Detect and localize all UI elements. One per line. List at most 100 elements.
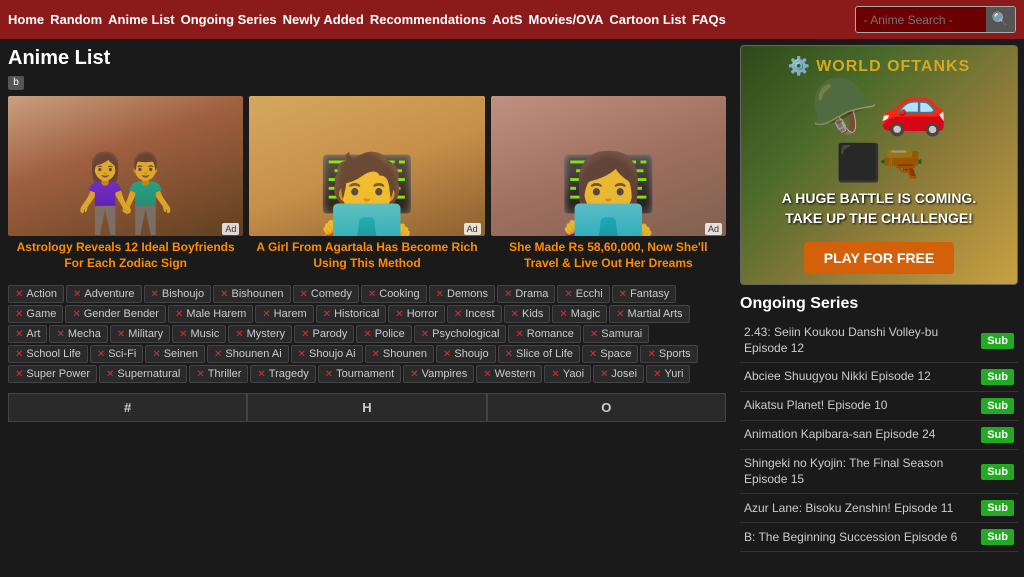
tag-item[interactable]: ✕Thriller: [189, 365, 248, 383]
tag-item[interactable]: ✕Bishoujo: [144, 285, 212, 303]
tag-remove-icon[interactable]: ✕: [600, 369, 608, 380]
ad-card-1[interactable]: 👫 Ad Astrology Reveals 12 Ideal Boyfrien…: [8, 96, 243, 275]
tag-remove-icon[interactable]: ✕: [363, 329, 371, 340]
tag-remove-icon[interactable]: ✕: [454, 309, 462, 320]
tag-remove-icon[interactable]: ✕: [152, 349, 160, 360]
tag-item[interactable]: ✕Music: [172, 325, 226, 343]
tag-remove-icon[interactable]: ✕: [15, 309, 23, 320]
tag-item[interactable]: ✕Shoujo Ai: [291, 345, 363, 363]
tag-remove-icon[interactable]: ✕: [436, 289, 444, 300]
nav-anime-list[interactable]: Anime List: [108, 12, 174, 27]
tag-remove-icon[interactable]: ✕: [97, 349, 105, 360]
tag-item[interactable]: ✕Vampires: [403, 365, 474, 383]
tag-remove-icon[interactable]: ✕: [15, 349, 23, 360]
tag-remove-icon[interactable]: ✕: [590, 329, 598, 340]
tag-item[interactable]: ✕Slice of Life: [498, 345, 580, 363]
tag-remove-icon[interactable]: ✕: [196, 369, 204, 380]
tag-item[interactable]: ✕Super Power: [8, 365, 97, 383]
nav-cartoon-list[interactable]: Cartoon List: [609, 12, 686, 27]
tag-remove-icon[interactable]: ✕: [325, 369, 333, 380]
series-item[interactable]: Azur Lane: Bisoku Zenshin! Episode 11Sub: [740, 494, 1018, 523]
tag-remove-icon[interactable]: ✕: [179, 329, 187, 340]
search-button[interactable]: 🔍: [986, 7, 1015, 32]
tag-item[interactable]: ✕Tragedy: [250, 365, 315, 383]
nav-aots[interactable]: AotS: [492, 12, 522, 27]
tag-item[interactable]: ✕Mecha: [49, 325, 107, 343]
tag-item[interactable]: ✕Incest: [447, 305, 502, 323]
tag-remove-icon[interactable]: ✕: [323, 309, 331, 320]
tag-remove-icon[interactable]: ✕: [15, 289, 23, 300]
nav-random[interactable]: Random: [50, 12, 102, 27]
tag-remove-icon[interactable]: ✕: [257, 369, 265, 380]
tag-item[interactable]: ✕Bishounen: [213, 285, 290, 303]
series-item[interactable]: Aikatsu Planet! Episode 10Sub: [740, 392, 1018, 421]
tag-item[interactable]: ✕Supernatural: [99, 365, 187, 383]
tag-remove-icon[interactable]: ✕: [56, 329, 64, 340]
tag-remove-icon[interactable]: ✕: [117, 329, 125, 340]
tag-item[interactable]: ✕Horror: [388, 305, 445, 323]
tag-remove-icon[interactable]: ✕: [220, 289, 228, 300]
tag-remove-icon[interactable]: ✕: [505, 349, 513, 360]
tag-item[interactable]: ✕Shounen: [365, 345, 434, 363]
tag-item[interactable]: ✕Samurai: [583, 325, 649, 343]
tag-remove-icon[interactable]: ✕: [214, 349, 222, 360]
tag-remove-icon[interactable]: ✕: [410, 369, 418, 380]
tag-item[interactable]: ✕Kids: [504, 305, 551, 323]
tag-item[interactable]: ✕Art: [8, 325, 47, 343]
tag-remove-icon[interactable]: ✕: [589, 349, 597, 360]
alpha-tab-o[interactable]: O: [487, 393, 726, 422]
series-item[interactable]: Shingeki no Kyojin: The Final Season Epi…: [740, 450, 1018, 494]
tag-remove-icon[interactable]: ✕: [515, 329, 523, 340]
tag-remove-icon[interactable]: ✕: [653, 369, 661, 380]
tag-item[interactable]: ✕School Life: [8, 345, 88, 363]
nav-ongoing-series[interactable]: Ongoing Series: [181, 12, 277, 27]
tag-item[interactable]: ✕Yuri: [646, 365, 690, 383]
tag-remove-icon[interactable]: ✕: [72, 309, 80, 320]
tag-item[interactable]: ✕Psychological: [414, 325, 507, 343]
tag-item[interactable]: ✕Fantasy: [612, 285, 677, 303]
tag-item[interactable]: ✕Martial Arts: [609, 305, 689, 323]
nav-faqs[interactable]: FAQs: [692, 12, 726, 27]
tag-remove-icon[interactable]: ✕: [298, 349, 306, 360]
tag-remove-icon[interactable]: ✕: [551, 369, 559, 380]
tag-item[interactable]: ✕Shounen Ai: [207, 345, 289, 363]
tag-remove-icon[interactable]: ✕: [151, 289, 159, 300]
tag-remove-icon[interactable]: ✕: [616, 309, 624, 320]
nav-newly-added[interactable]: Newly Added: [283, 12, 364, 27]
ad-card-2[interactable]: 🧑‍💻 Ad A Girl From Agartala Has Become R…: [249, 96, 484, 275]
tag-remove-icon[interactable]: ✕: [511, 309, 519, 320]
tag-item[interactable]: ✕Drama: [497, 285, 555, 303]
tag-remove-icon[interactable]: ✕: [559, 309, 567, 320]
tag-remove-icon[interactable]: ✕: [647, 349, 655, 360]
tag-item[interactable]: ✕Game: [8, 305, 63, 323]
tag-item[interactable]: ✕Action: [8, 285, 64, 303]
nav-home[interactable]: Home: [8, 12, 44, 27]
tag-item[interactable]: ✕Gender Bender: [65, 305, 166, 323]
tag-item[interactable]: ✕Harem: [255, 305, 313, 323]
tag-item[interactable]: ✕Cooking: [361, 285, 427, 303]
wot-advertisement[interactable]: ⚙️ WORLD OFTANKS 🪖🚗 ⬛🔫 A HUGE BATTLE IS …: [740, 45, 1018, 285]
tag-item[interactable]: ✕Male Harem: [168, 305, 253, 323]
tag-item[interactable]: ✕Ecchi: [557, 285, 609, 303]
tag-remove-icon[interactable]: ✕: [175, 309, 183, 320]
tag-remove-icon[interactable]: ✕: [301, 329, 309, 340]
tag-remove-icon[interactable]: ✕: [395, 309, 403, 320]
search-input[interactable]: [856, 10, 986, 30]
tag-item[interactable]: ✕Magic: [552, 305, 607, 323]
tag-remove-icon[interactable]: ✕: [443, 349, 451, 360]
tag-item[interactable]: ✕Demons: [429, 285, 495, 303]
tag-remove-icon[interactable]: ✕: [564, 289, 572, 300]
tag-item[interactable]: ✕Josei: [593, 365, 644, 383]
tag-item[interactable]: ✕Historical: [316, 305, 387, 323]
tag-remove-icon[interactable]: ✕: [504, 289, 512, 300]
tag-remove-icon[interactable]: ✕: [619, 289, 627, 300]
tag-item[interactable]: ✕Military: [110, 325, 170, 343]
series-item[interactable]: Abciee Shuugyou Nikki Episode 12Sub: [740, 363, 1018, 392]
tag-remove-icon[interactable]: ✕: [372, 349, 380, 360]
series-item[interactable]: B: The Beginning Succession Episode 6Sub: [740, 523, 1018, 552]
tag-item[interactable]: ✕Mystery: [228, 325, 292, 343]
alpha-tab-hash[interactable]: #: [8, 393, 247, 422]
tag-item[interactable]: ✕Sports: [640, 345, 697, 363]
tag-remove-icon[interactable]: ✕: [300, 289, 308, 300]
nav-recommendations[interactable]: Recommendations: [370, 12, 486, 27]
